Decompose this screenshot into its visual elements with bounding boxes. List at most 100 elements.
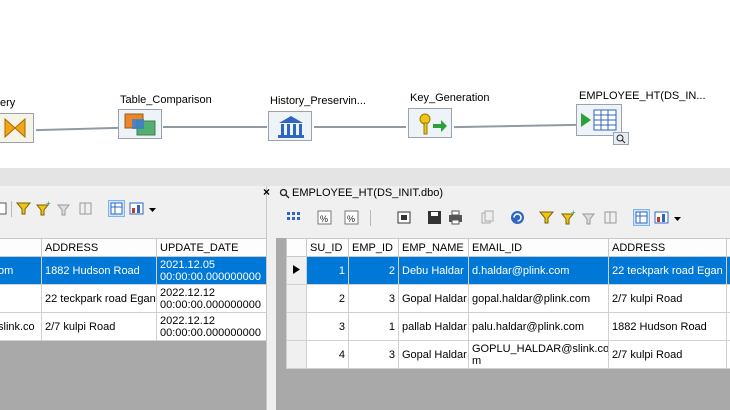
column-header-emp-id[interactable]: EMP_ID <box>348 238 399 257</box>
pane-title-bar: EMPLOYEE_HT(DS_INIT.dbo) <box>276 186 730 202</box>
profile-icon[interactable]: % <box>343 209 360 226</box>
grid-view-icon[interactable] <box>108 200 125 217</box>
node-label-history-preserving: History_Preservin... <box>270 95 366 107</box>
table-row[interactable]: slink.co 2/7 kulpi Road 2022.12.12 00:00… <box>0 312 266 341</box>
right-toolbar: % % + <box>276 205 730 231</box>
table-cell[interactable]: 2 <box>726 256 730 285</box>
table-cell[interactable]: Debu Haldar <box>398 256 469 285</box>
table-cell[interactable]: 3 <box>348 340 399 369</box>
refresh-icon[interactable] <box>509 209 526 226</box>
svg-text:+: + <box>46 200 51 208</box>
node-label-employee-ht: EMPLOYEE_HT(DS_IN... <box>579 90 706 102</box>
table-cell[interactable]: 1 <box>348 312 399 341</box>
svg-text:%: % <box>347 214 355 224</box>
filter-remove-icon[interactable] <box>581 209 598 226</box>
connector-line <box>163 126 267 128</box>
table-comparison-icon <box>124 113 156 136</box>
chevron-down-icon[interactable] <box>149 205 157 217</box>
column-header-address[interactable]: ADDRESS <box>608 238 727 257</box>
table-cell[interactable]: 2 <box>726 284 730 313</box>
column-header[interactable] <box>0 238 42 257</box>
table-cell[interactable]: om <box>0 256 42 285</box>
table-cell[interactable]: 2/7 kulpi Road <box>608 340 727 369</box>
table-cell[interactable]: 2/7 kulpi Road <box>608 284 727 313</box>
table-cell[interactable]: palu.haldar@plink.com <box>468 312 609 341</box>
table-cell[interactable]: 1882 Hudson Road <box>41 256 157 285</box>
table-cell[interactable]: 22 teckpark road Egan <box>41 284 157 313</box>
table-cell[interactable]: 1882 Hudson Road <box>608 312 727 341</box>
table-cell[interactable]: 3 <box>306 312 349 341</box>
chart-view-icon[interactable] <box>128 200 145 217</box>
key-icon <box>419 113 447 135</box>
row-indicator <box>286 340 307 369</box>
table-cell[interactable]: GOPLU_HALDAR@slink.co m <box>468 340 609 369</box>
grid-view-icon[interactable] <box>633 209 650 226</box>
filter-icon[interactable] <box>15 200 32 217</box>
table-cell[interactable]: 22 teckpark road Egan <box>608 256 727 285</box>
table-cell[interactable]: 2021.12.05 00:00:00.000000000 <box>156 256 266 285</box>
table-cell[interactable]: slink.co <box>0 312 42 341</box>
table-row[interactable]: 4 3 Gopal Haldar GOPLU_HALDAR@slink.co m… <box>286 340 730 369</box>
filter-add-icon[interactable]: + <box>35 199 52 217</box>
right-grid-header: SU_ID EMP_ID EMP_NAME EMAIL_ID ADDRESS U <box>286 238 730 257</box>
svg-text:%: % <box>320 214 328 224</box>
table-row[interactable]: 3 1 pallab Haldar palu.haldar@plink.com … <box>286 312 730 341</box>
table-cell[interactable] <box>0 284 42 313</box>
table-cell[interactable]: 3 <box>348 284 399 313</box>
left-data-pane: + ADDRESS UPDATE_DATE om 1882 Hudson Roa… <box>0 186 266 410</box>
query-node-icon[interactable] <box>0 113 34 143</box>
table-row[interactable]: 22 teckpark road Egan 2022.12.12 00:00:0… <box>0 284 266 313</box>
column-header-u[interactable]: U <box>726 238 730 257</box>
close-pane-button[interactable]: × <box>263 185 270 199</box>
search-icon <box>279 188 290 199</box>
toolbar-button-partial[interactable] <box>0 200 9 217</box>
table-comparison-node[interactable] <box>118 109 162 139</box>
toolbar-separator <box>370 210 371 226</box>
table-cell[interactable]: 2022.12.12 00:00:00.000000000 <box>156 312 266 341</box>
filter-icon[interactable] <box>538 209 555 226</box>
table-cell[interactable]: 2022.12.12 00:00:00.000000000 <box>156 284 266 313</box>
right-data-pane: EMPLOYEE_HT(DS_INIT.dbo) % % + SU_ID EMP… <box>276 186 730 410</box>
table-cell[interactable]: 2 <box>348 256 399 285</box>
filter-remove-icon[interactable] <box>56 200 73 217</box>
grid-dots-icon[interactable] <box>284 209 301 226</box>
column-header-su-id[interactable]: SU_ID <box>306 238 349 257</box>
magnifier-icon[interactable] <box>613 132 629 145</box>
column-header-address[interactable]: ADDRESS <box>41 238 157 257</box>
column-header-email-id[interactable]: EMAIL_ID <box>468 238 609 257</box>
table-cell[interactable]: 4 <box>306 340 349 369</box>
right-data-grid: SU_ID EMP_ID EMP_NAME EMAIL_ID ADDRESS U… <box>286 238 730 369</box>
filter-add-icon[interactable]: + <box>560 208 577 226</box>
table-row[interactable]: 2 3 Gopal Haldar gopal.haldar@plink.com … <box>286 284 730 313</box>
export-icon[interactable] <box>396 209 413 226</box>
column-header-emp-name[interactable]: EMP_NAME <box>398 238 469 257</box>
dataflow-canvas[interactable]: ery Table_Comparison History_Preservin..… <box>0 0 730 168</box>
save-icon[interactable] <box>426 209 443 226</box>
copy-icon[interactable] <box>479 209 496 226</box>
left-data-grid: ADDRESS UPDATE_DATE om 1882 Hudson Road … <box>0 238 266 341</box>
chart-view-icon[interactable] <box>653 209 670 226</box>
table-row[interactable]: om 1882 Hudson Road 2021.12.05 00:00:00.… <box>0 256 266 285</box>
history-preserving-node[interactable] <box>268 111 312 141</box>
table-cell[interactable]: d.haldar@plink.com <box>468 256 609 285</box>
columns-icon[interactable] <box>602 209 619 226</box>
columns-icon[interactable] <box>77 200 94 217</box>
print-icon[interactable] <box>447 209 464 226</box>
table-cell[interactable]: 1 <box>306 256 349 285</box>
table-cell[interactable]: gopal.haldar@plink.com <box>468 284 609 313</box>
horizontal-splitter[interactable] <box>0 168 730 186</box>
key-generation-node[interactable] <box>408 108 452 138</box>
percent-icon[interactable]: % <box>316 209 333 226</box>
chevron-down-icon[interactable] <box>674 214 682 226</box>
table-cell[interactable]: Gopal Haldar <box>398 340 469 369</box>
left-toolbar: + <box>0 196 266 222</box>
column-header-update-date[interactable]: UPDATE_DATE <box>156 238 266 257</box>
table-cell[interactable]: 2 <box>726 312 730 341</box>
table-cell[interactable]: 2/7 kulpi Road <box>41 312 157 341</box>
table-cell[interactable]: pallab Haldar <box>398 312 469 341</box>
table-cell[interactable]: Gopal Haldar <box>398 284 469 313</box>
table-cell[interactable]: 2 <box>726 340 730 369</box>
vertical-splitter[interactable]: × <box>263 185 276 410</box>
table-row[interactable]: 1 2 Debu Haldar d.haldar@plink.com 22 te… <box>286 256 730 285</box>
table-cell[interactable]: 2 <box>306 284 349 313</box>
